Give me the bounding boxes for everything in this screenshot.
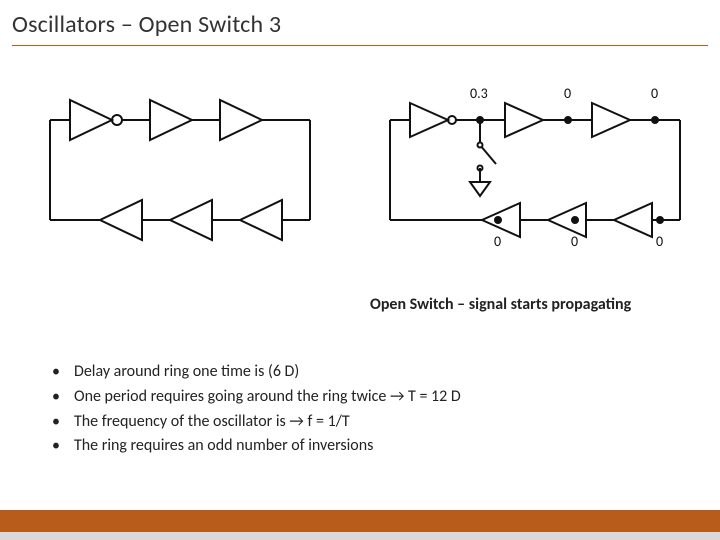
bullet-item: • Delay around ring one time is (6 D) [52,360,672,385]
bullet-text: One period requires going around the rin… [74,385,672,410]
bullet-marker-icon: • [52,434,60,459]
slide-root: Oscillators – Open Switch 3 [0,0,720,540]
bullet-item: • The frequency of the oscillator is → f… [52,410,672,435]
bullet-list: • Delay around ring one time is (6 D) • … [52,360,672,459]
footer-accent-bar [0,510,720,532]
node-value-bot-c: 0 [656,233,663,250]
bullet-text: The frequency of the oscillator is → f =… [74,410,672,435]
page-title: Oscillators – Open Switch 3 [12,10,708,39]
node-value-bot-b: 0 [571,233,578,250]
footer-shadow-bar [0,532,720,540]
bullet-marker-icon: • [52,410,60,435]
node-value-top-c: 0 [651,85,658,102]
bullet-marker-icon: • [52,360,60,385]
node-value-bot-a: 0 [494,233,501,250]
diagram-area: 0.3 0 0 0 0 0 [20,70,700,270]
right-diagram-caption: Open Switch – signal starts propagating [370,295,710,314]
ring-oscillator-right-icon: 0.3 0 0 0 0 0 [370,70,710,270]
title-row: Oscillators – Open Switch 3 [12,10,708,46]
ring-oscillator-left-icon [20,70,340,260]
bullet-item: • One period requires going around the r… [52,385,672,410]
bullet-text: The ring requires an odd number of inver… [74,434,672,459]
bullet-text: Delay around ring one time is (6 D) [74,360,672,385]
node-value-top-b: 0 [564,85,571,102]
bullet-marker-icon: • [52,385,60,410]
node-value-top-a: 0.3 [470,85,488,102]
bullet-item: • The ring requires an odd number of inv… [52,434,672,459]
